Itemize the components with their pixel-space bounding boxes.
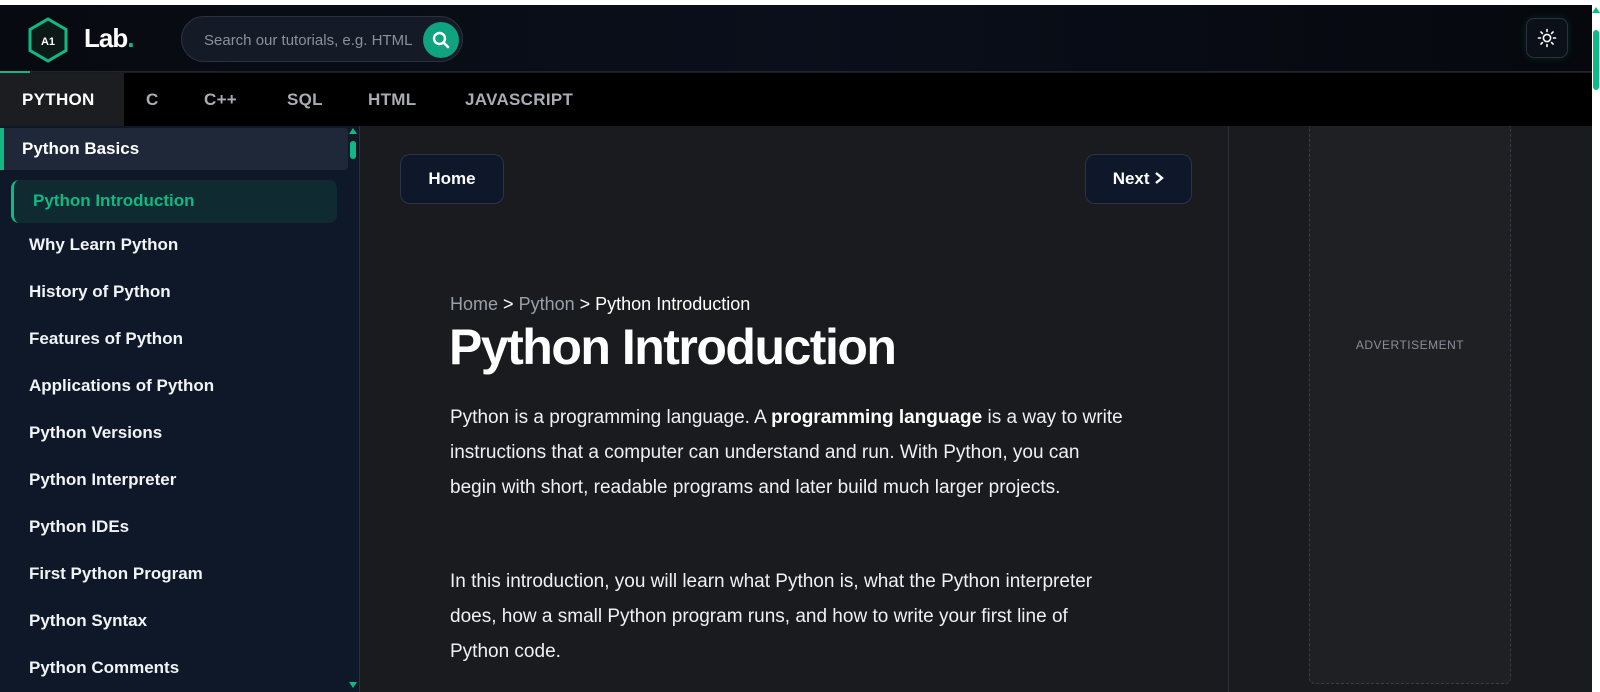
sidebar-item-applications-of-python[interactable]: Applications of Python: [29, 376, 214, 396]
search-bar: [181, 16, 463, 62]
sidebar-scrollbar[interactable]: [348, 126, 359, 692]
sidebar-item-label: Python Introduction: [33, 191, 195, 210]
sidebar-item-python-introduction[interactable]: Python Introduction: [11, 180, 337, 223]
tab-cpp[interactable]: C++: [204, 73, 237, 126]
search-icon: [432, 31, 450, 49]
logo-dot: .: [127, 23, 134, 53]
sidebar-section-header[interactable]: Python Basics: [0, 128, 348, 170]
sidebar-item-first-python-program[interactable]: First Python Program: [29, 564, 203, 584]
overview-paragraph: In this introduction, you will learn wha…: [450, 571, 1093, 662]
breadcrumb-home-link[interactable]: Home: [450, 294, 498, 314]
sidebar: Python Basics Python Introduction Why Le…: [0, 126, 360, 692]
site-header: A1 Lab.: [0, 5, 1592, 72]
logo-wordmark[interactable]: Lab.: [84, 23, 135, 54]
sidebar-item-why-learn-python[interactable]: Why Learn Python: [29, 235, 178, 255]
advertisement-label: ADVERTISEMENT: [1355, 338, 1465, 352]
sidebar-item-python-versions[interactable]: Python Versions: [29, 423, 162, 443]
next-button-label: Next: [1112, 169, 1150, 188]
sun-icon: [1537, 28, 1557, 48]
page-scrollbar[interactable]: [1592, 5, 1600, 692]
page-title: Python Introduction: [449, 319, 897, 375]
sidebar-item-history-of-python[interactable]: History of Python: [29, 282, 171, 302]
intro-text-start: Python is a programming language. A: [450, 407, 772, 428]
page-scroll-thumb[interactable]: [1593, 30, 1599, 90]
sidebar-item-features-of-python[interactable]: Features of Python: [29, 329, 183, 349]
breadcrumb: Home > Python > Python Introduction: [450, 294, 750, 315]
main-divider: [1228, 126, 1229, 692]
theme-toggle-button[interactable]: [1526, 18, 1568, 58]
sidebar-item-python-syntax[interactable]: Python Syntax: [29, 611, 147, 631]
intro-paragraph: Python is a programming language. A prog…: [450, 400, 1130, 505]
tab-python[interactable]: PYTHON: [0, 73, 124, 126]
next-button[interactable]: Next: [1085, 154, 1192, 204]
sidebar-item-python-interpreter[interactable]: Python Interpreter: [29, 470, 176, 490]
logo-hexagon-icon[interactable]: A1: [26, 16, 70, 64]
intro-bold-term: programming language: [771, 407, 983, 428]
breadcrumb-separator: >: [579, 294, 591, 314]
page-scroll-up-icon[interactable]: [1592, 7, 1600, 13]
sidebar-scroll-thumb[interactable]: [350, 141, 356, 159]
sidebar-item-python-ides[interactable]: Python IDEs: [29, 517, 129, 537]
breadcrumb-python-link[interactable]: Python: [519, 294, 575, 314]
search-input[interactable]: [204, 29, 414, 51]
logo-badge-text: A1: [41, 36, 55, 48]
logo-text: Lab: [84, 23, 128, 53]
tab-c[interactable]: C: [146, 73, 159, 126]
sidebar-section-label: Python Basics: [22, 139, 140, 158]
language-nav: PYTHON C C++ SQL HTML JAVASCRIPT: [0, 71, 1592, 126]
search-button[interactable]: [423, 22, 459, 58]
chevron-right-icon: [1155, 172, 1165, 184]
breadcrumb-separator: >: [503, 294, 514, 314]
tab-html[interactable]: HTML: [368, 73, 416, 126]
scroll-down-arrow-icon[interactable]: [349, 682, 357, 688]
tab-javascript[interactable]: JAVASCRIPT: [465, 73, 573, 126]
scroll-up-arrow-icon[interactable]: [349, 128, 357, 134]
home-button[interactable]: Home: [400, 154, 504, 204]
tab-sql[interactable]: SQL: [287, 73, 323, 126]
advertisement-slot[interactable]: ADVERTISEMENT: [1309, 126, 1511, 684]
breadcrumb-current: Python Introduction: [595, 294, 751, 314]
sidebar-item-python-comments[interactable]: Python Comments: [29, 658, 179, 678]
